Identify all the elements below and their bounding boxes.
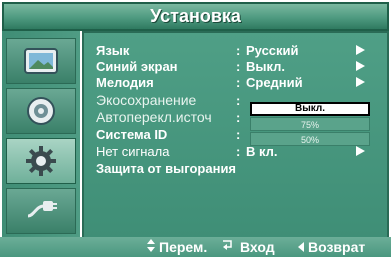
hint-return-label: Возврат [308,239,366,255]
hint-enter: Вход [222,239,275,255]
menu-label: Мелодия [96,75,154,90]
settings-gear-icon [26,146,56,176]
chevron-right-icon [356,146,365,156]
sidebar [2,31,80,242]
picture-icon [24,48,58,74]
setup-menu-panel: Язык : Русский Синий экран : Выкл. Мелод… [82,31,389,242]
menu-row-blue-screen[interactable]: Синий экран : Выкл. [96,59,386,74]
hint-move-label: Перем. [159,239,208,255]
dropdown-option[interactable]: 75% [250,117,370,131]
dropdown-option-selected[interactable]: Выкл. [250,102,370,116]
chevron-right-icon [356,61,365,71]
menu-label: Язык [96,43,130,58]
hint-enter-label: Вход [240,239,275,255]
menu-value: В кл. [246,144,278,159]
sidebar-item-sound[interactable] [6,88,76,134]
menu-row-no-signal[interactable]: Нет сигнала : В кл. [96,144,386,159]
menu-label: Экосохранение [96,92,197,108]
footer-hints: Перем. Вход Возврат [0,237,391,257]
menu-label: Защита от выгорания [96,161,237,176]
enter-icon [222,239,236,255]
page-title: Установка [150,6,241,26]
menu-row-language[interactable]: Язык : Русский [96,43,386,58]
menu-colon: : [236,93,241,108]
osd-screen: Установка Язык: Русский Синий экран: В… [0,0,391,257]
menu-value: Средний [246,75,303,90]
menu-colon: : [236,144,241,159]
input-plug-icon [27,201,57,218]
dropdown-option[interactable]: 50% [250,132,370,146]
menu-colon: : [236,75,241,90]
title-bar: Установка [2,2,389,31]
sound-icon [27,97,55,125]
chevron-right-icon [356,45,365,55]
menu-colon: : [236,43,241,58]
menu-value: Выкл. [246,59,286,74]
menu-colon: : [236,127,241,142]
menu-label: Нет сигнала [96,144,170,159]
left-arrow-icon [298,239,304,255]
sidebar-item-picture[interactable] [6,38,76,84]
hint-move: Перем. [147,239,207,255]
menu-label: Автоперекл.источ [96,109,212,125]
menu-label: Синий экран [96,59,178,74]
chevron-right-icon [356,77,365,87]
sidebar-item-input[interactable] [6,188,76,234]
menu-row-burn-protection[interactable]: Защита от выгорания [96,161,386,176]
sidebar-item-setup[interactable] [6,138,76,184]
menu-row-melody[interactable]: Мелодия : Средний [96,75,386,90]
menu-value: Русский [246,43,299,58]
menu-colon: : [236,59,241,74]
hint-return: Возврат [298,239,365,255]
menu-colon: : [236,110,241,125]
up-down-arrow-icon [147,239,155,255]
menu-label: Система ID [96,127,168,142]
